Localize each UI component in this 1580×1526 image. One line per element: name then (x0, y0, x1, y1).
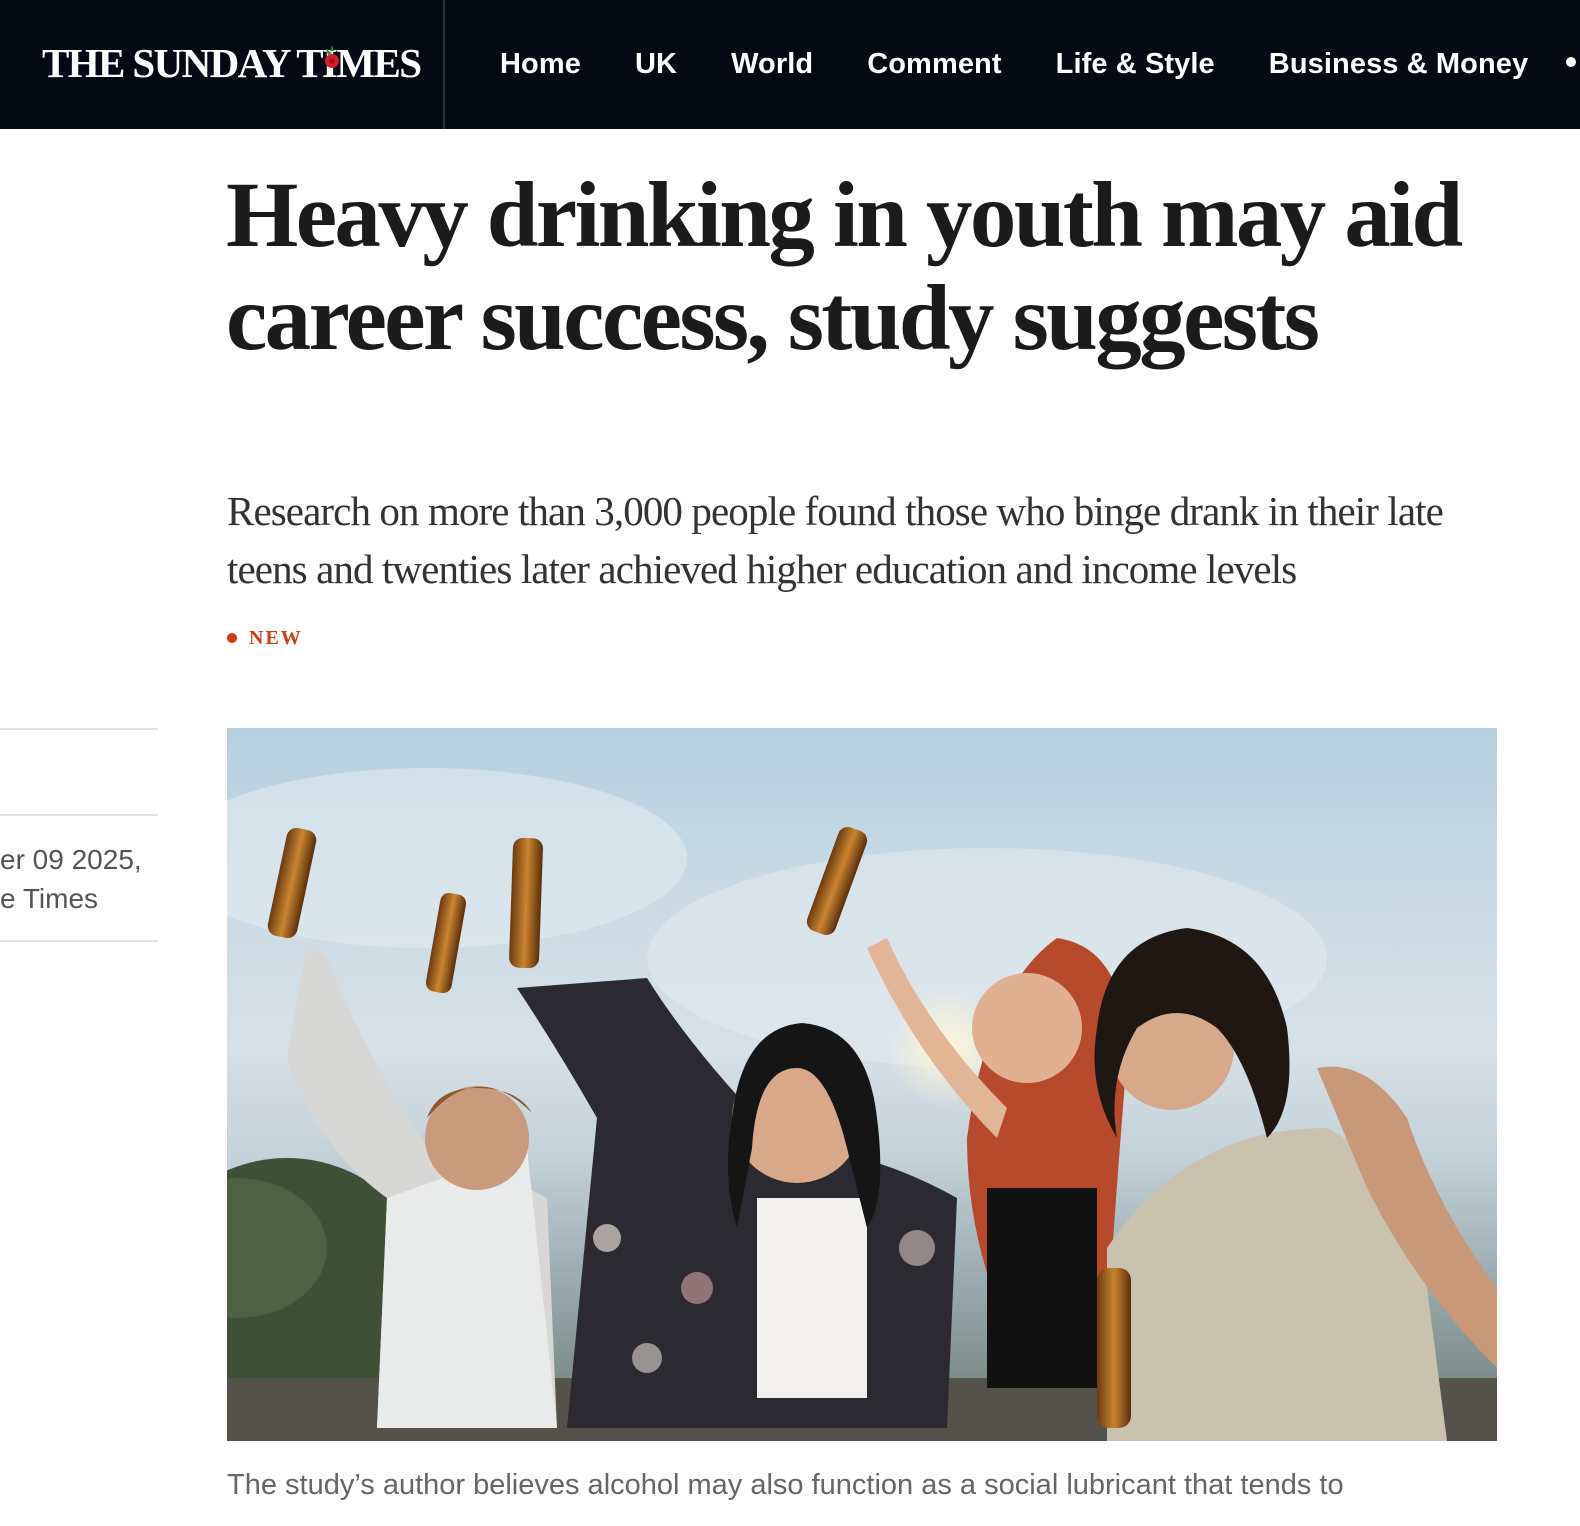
article-standfirst: Research on more than 3,000 people found… (227, 488, 1444, 592)
new-badge: NEW (227, 624, 303, 652)
hero-image (227, 728, 1497, 1441)
publish-date: er 09 2025, e Times (0, 840, 158, 918)
nav-item-comment[interactable]: Comment (840, 48, 1028, 81)
nav-item-life-style[interactable]: Life & Style (1029, 48, 1242, 81)
meta-divider-middle (0, 814, 158, 816)
meta-divider-top (0, 728, 158, 730)
site-logo[interactable]: THE SUNDAY TIMES (42, 38, 422, 88)
badge-label: NEW (249, 626, 303, 649)
nav-item-uk[interactable]: UK (608, 48, 704, 81)
rose-emblem-icon (325, 45, 339, 68)
top-navigation-bar: THE SUNDAY TIMES Home UK World Comment L… (0, 0, 1580, 129)
hero-photo-illustration (227, 768, 1497, 1441)
nav-item-world[interactable]: World (704, 48, 840, 81)
publication-text: e Times (0, 883, 99, 914)
meta-divider-bottom (0, 940, 158, 942)
author-link[interactable]: n (0, 754, 2, 790)
nav-divider (443, 0, 445, 129)
date-text: er 09 2025, (0, 844, 142, 875)
badge-dot-icon (227, 633, 237, 643)
image-caption: The study’s author believes alcohol may … (227, 1469, 1344, 1501)
article-headline: Heavy drinking in youth may aid career s… (226, 164, 1463, 370)
nav-item-business-money[interactable]: Business & Money (1242, 48, 1555, 81)
primary-nav: Home UK World Comment Life & Style Busin… (472, 0, 1555, 129)
nav-item-home[interactable]: Home (472, 48, 608, 81)
nav-overflow-dot[interactable] (1566, 57, 1576, 67)
